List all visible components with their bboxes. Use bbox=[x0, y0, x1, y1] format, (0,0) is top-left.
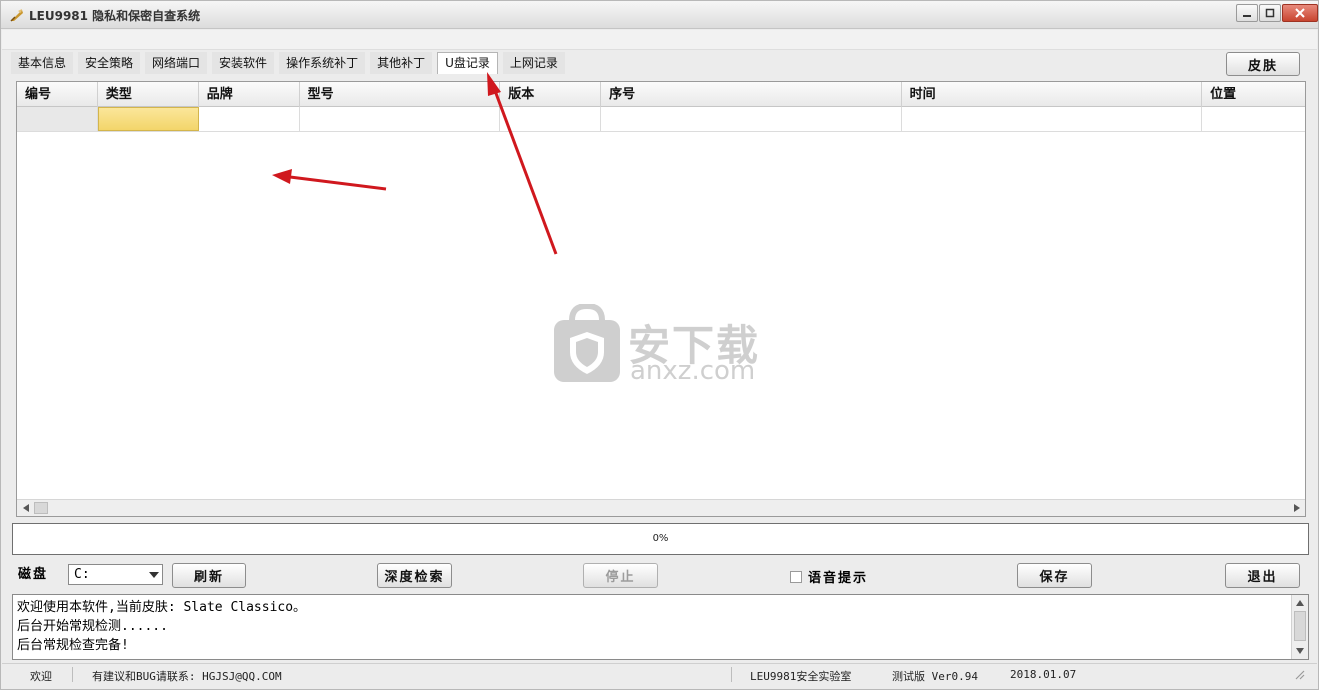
log-line: 后台开始常规检测...... bbox=[17, 619, 168, 634]
scroll-up-button[interactable] bbox=[1293, 596, 1307, 610]
status-lab: LEU9981安全实验室 bbox=[750, 670, 852, 683]
table-cell[interactable] bbox=[199, 107, 300, 131]
status-contact: 有建议和BUG请联系: HGJSJ@QQ.COM bbox=[92, 670, 282, 683]
resize-grip-icon[interactable] bbox=[1293, 668, 1305, 680]
voice-prompt-toggle[interactable]: 语音提示 bbox=[790, 567, 868, 586]
selected-cell[interactable] bbox=[97, 107, 199, 131]
horizontal-scrollbar[interactable] bbox=[17, 499, 1305, 516]
log-lines: 欢迎使用本软件,当前皮肤: Slate Classico。 后台开始常规检测..… bbox=[17, 598, 306, 655]
scroll-thumb[interactable] bbox=[34, 502, 48, 514]
scroll-left-button[interactable] bbox=[18, 501, 33, 515]
table-cell[interactable] bbox=[300, 107, 501, 131]
voice-prompt-checkbox[interactable] bbox=[790, 570, 802, 583]
window-title: LEU9981 隐私和保密自查系统 bbox=[29, 9, 201, 23]
tab-os-patches[interactable]: 操作系统补丁 bbox=[279, 52, 366, 74]
app-window: LEU9981 隐私和保密自查系统 基本信息 安全策略 网络端口 安装软件 操作… bbox=[0, 0, 1319, 690]
table-cell[interactable] bbox=[1202, 107, 1305, 131]
arrow-right-icon bbox=[1293, 504, 1300, 512]
progress-label: 0% bbox=[652, 533, 669, 544]
disk-select-value: C: bbox=[74, 567, 90, 582]
watermark-url: anxz.com bbox=[630, 356, 756, 386]
tab-bar: 基本信息 安全策略 网络端口 安装软件 操作系统补丁 其他补丁 U盘记录 上网记… bbox=[11, 52, 570, 74]
status-divider bbox=[731, 667, 732, 682]
feather-pen-icon bbox=[10, 9, 23, 22]
arrow-down-icon bbox=[1296, 648, 1304, 654]
scroll-right-button[interactable] bbox=[1289, 501, 1304, 515]
minimize-button[interactable] bbox=[1236, 4, 1258, 22]
table-row[interactable] bbox=[17, 107, 1305, 132]
deep-search-button[interactable]: 深度检索 bbox=[377, 563, 452, 588]
usb-records-grid[interactable]: 编号 类型 品牌 型号 版本 序号 时间 位置 bbox=[16, 81, 1306, 517]
save-button[interactable]: 保存 bbox=[1017, 563, 1092, 588]
title-bar[interactable]: LEU9981 隐私和保密自查系统 bbox=[1, 1, 1318, 29]
status-bar: 欢迎 有建议和BUG请联系: HGJSJ@QQ.COM LEU9981安全实验室… bbox=[2, 663, 1317, 685]
column-header-version[interactable]: 版本 bbox=[500, 82, 602, 107]
maximize-button[interactable] bbox=[1259, 4, 1281, 22]
log-output[interactable]: 欢迎使用本软件,当前皮肤: Slate Classico。 后台开始常规检测..… bbox=[12, 594, 1309, 660]
column-header-location[interactable]: 位置 bbox=[1202, 82, 1305, 107]
table-cell[interactable] bbox=[500, 107, 602, 131]
vertical-scrollbar[interactable] bbox=[1291, 595, 1308, 659]
column-header-type[interactable]: 类型 bbox=[98, 82, 199, 107]
column-header-serial[interactable]: 序号 bbox=[601, 82, 902, 107]
watermark: 安下载 anxz.com bbox=[552, 304, 782, 394]
scroll-down-button[interactable] bbox=[1293, 644, 1307, 658]
stop-button[interactable]: 停止 bbox=[583, 563, 658, 588]
voice-prompt-label: 语音提示 bbox=[808, 571, 869, 586]
minimize-icon bbox=[1243, 15, 1251, 17]
disk-select[interactable]: C: bbox=[68, 564, 163, 585]
arrow-up-icon bbox=[1296, 600, 1304, 606]
exit-button[interactable]: 退出 bbox=[1225, 563, 1300, 588]
table-cell[interactable] bbox=[601, 107, 902, 131]
column-header-brand[interactable]: 品牌 bbox=[199, 82, 300, 107]
table-cell[interactable] bbox=[902, 107, 1203, 131]
progress-bar: 0% bbox=[12, 523, 1309, 555]
tab-other-patches[interactable]: 其他补丁 bbox=[370, 52, 433, 74]
chevron-down-icon bbox=[149, 572, 159, 578]
tab-usb-records[interactable]: U盘记录 bbox=[437, 52, 498, 74]
scroll-thumb[interactable] bbox=[1294, 611, 1306, 641]
column-header-model[interactable]: 型号 bbox=[300, 82, 501, 107]
disk-label: 磁盘 bbox=[18, 567, 49, 582]
menu-strip bbox=[2, 30, 1317, 50]
row-indicator-cell[interactable] bbox=[17, 107, 98, 131]
column-header-id[interactable]: 编号 bbox=[17, 82, 98, 107]
status-version: 测试版 Ver0.94 bbox=[892, 670, 978, 683]
arrow-left-icon bbox=[22, 504, 29, 512]
grid-header: 编号 类型 品牌 型号 版本 序号 时间 位置 bbox=[17, 82, 1305, 107]
tab-installed-software[interactable]: 安装软件 bbox=[212, 52, 275, 74]
maximize-icon bbox=[1265, 8, 1275, 18]
status-welcome: 欢迎 bbox=[30, 670, 52, 683]
log-line: 欢迎使用本软件,当前皮肤: Slate Classico。 bbox=[17, 600, 307, 615]
close-icon bbox=[1295, 8, 1305, 18]
tab-network-ports[interactable]: 网络端口 bbox=[145, 52, 208, 74]
skin-button[interactable]: 皮肤 bbox=[1226, 52, 1300, 76]
shield-bag-icon bbox=[554, 304, 620, 382]
refresh-button[interactable]: 刷新 bbox=[172, 563, 246, 588]
log-line: 后台常规检查完备! bbox=[17, 638, 129, 653]
tab-security-policy[interactable]: 安全策略 bbox=[78, 52, 141, 74]
tab-basic-info[interactable]: 基本信息 bbox=[11, 52, 74, 74]
status-date: 2018.01.07 bbox=[1010, 668, 1077, 681]
column-header-time[interactable]: 时间 bbox=[902, 82, 1203, 107]
status-divider bbox=[72, 667, 73, 682]
tab-browsing-records[interactable]: 上网记录 bbox=[502, 52, 565, 74]
close-button[interactable] bbox=[1282, 4, 1318, 22]
